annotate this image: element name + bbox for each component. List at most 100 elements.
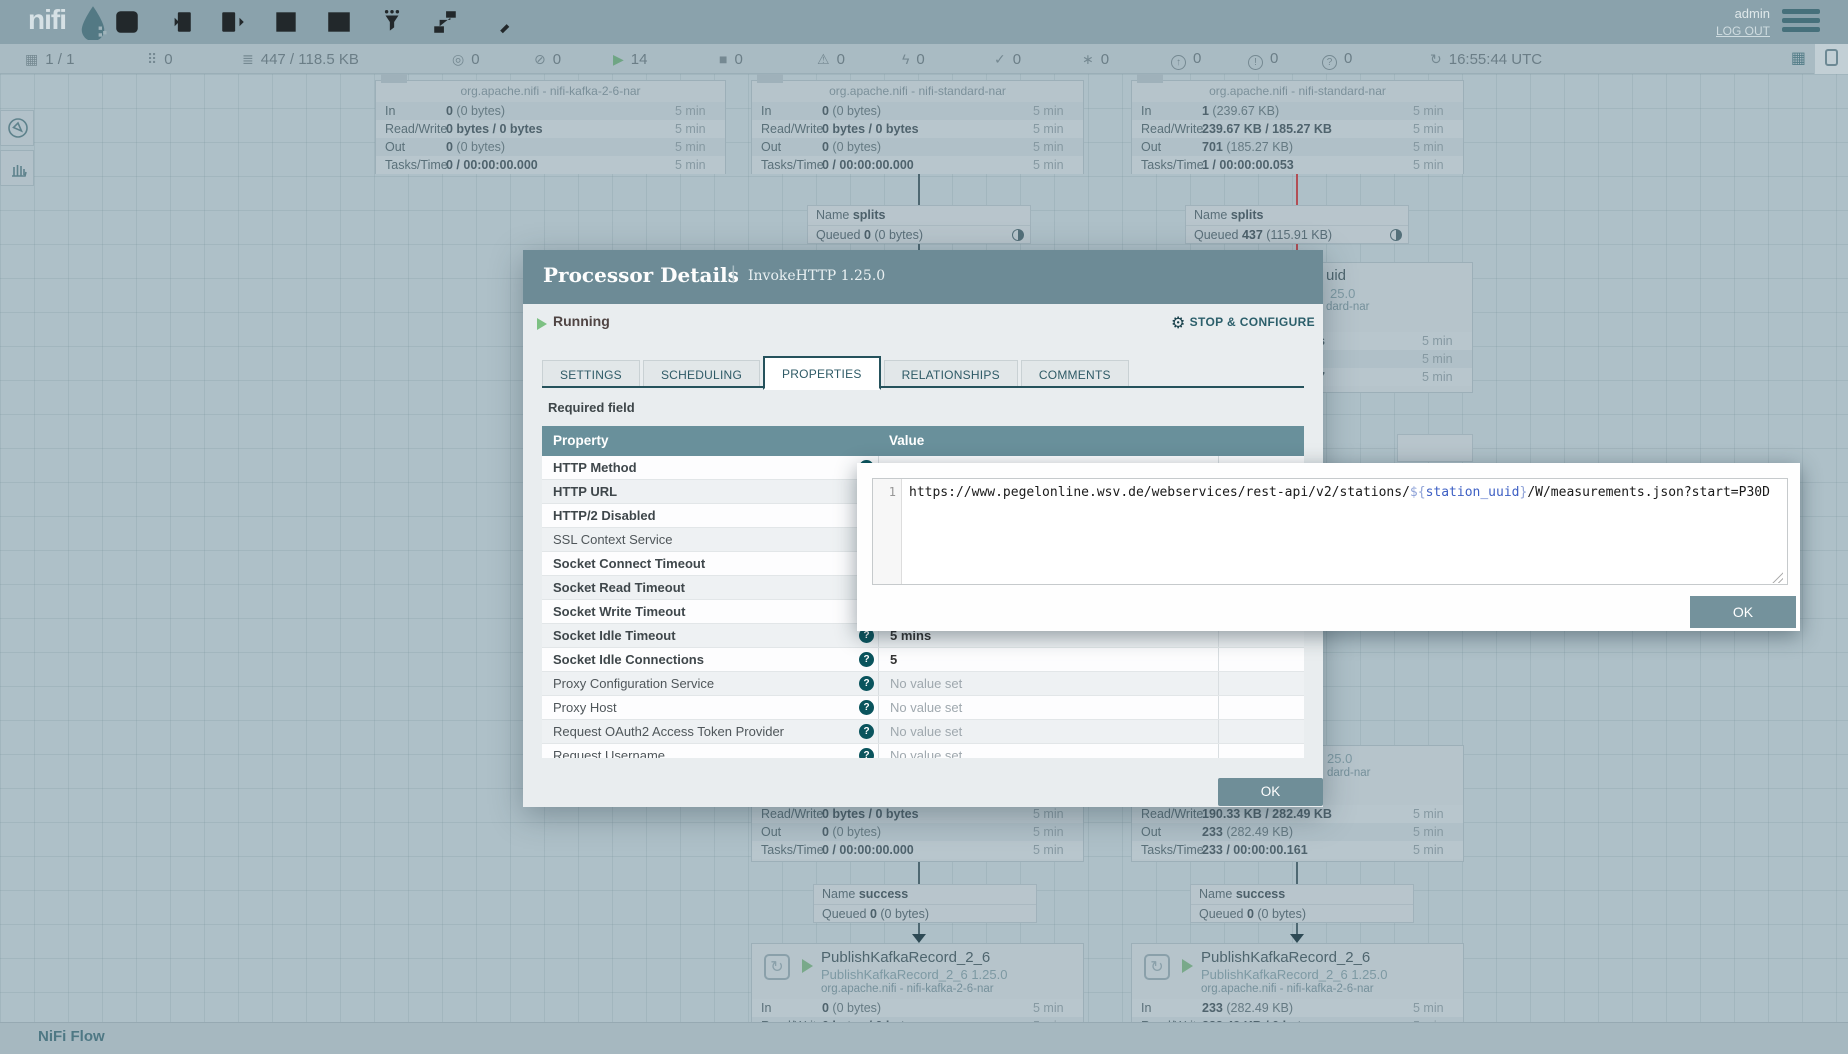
stat-row: Read/Write190.33 KB / 282.49 KB5 min [1132,805,1463,823]
breadcrumb[interactable]: NiFi Flow [38,1028,105,1045]
processor-top-fragment [1137,74,1163,83]
dialog-ok-button[interactable]: OK [1218,778,1323,806]
disabled-status: ϟ0 [902,44,925,74]
property-row-proxy-host[interactable]: Proxy Host?No value set [542,696,1304,720]
stat-row: Read/Write0 bytes / 0 bytes5 min [376,120,725,138]
stat-row: Read/Write239.67 KB / 185.27 KB5 min [1132,120,1463,138]
grid-toggle-icon[interactable]: ▦ [1791,47,1806,71]
dialog-tabs: SETTINGS SCHEDULING PROPERTIES RELATIONS… [542,354,1132,388]
tab-scheduling[interactable]: SCHEDULING [643,360,760,388]
stat-row: Out0 (0 bytes)5 min [752,138,1083,156]
bundle-label: org.apache.nifi - nifi-standard-nar [1132,81,1463,102]
tab-comments[interactable]: COMMENTS [1021,360,1129,388]
expression-editor[interactable]: 1 https://www.pegelonline.wsv.de/webserv… [872,478,1788,585]
stat-row: Read/Write0 bytes / 0 bytes5 min [752,805,1083,823]
warning-icon: ⚠ [817,44,830,74]
last-refresh[interactable]: ↻16:55:44 UTC [1430,44,1542,74]
up-to-date-status: ✓0 [994,44,1021,74]
help-icon[interactable]: ? [859,748,874,758]
gear-icon: ⚙ [1171,315,1186,332]
input-port-icon[interactable] [166,8,194,36]
logout-link[interactable]: LOG OUT [1716,24,1770,38]
connection-label-splits[interactable]: Name splits Queued 0 (0 bytes) [807,205,1031,244]
transmitting-status: ◎0 [452,44,480,74]
stat-row: In0 (0 bytes)5 min [376,102,725,120]
processor-stats-box[interactable]: org.apache.nifi - nifi-kafka-2-6-nar In0… [375,80,726,174]
funnel-icon[interactable] [378,8,406,36]
operate-palette[interactable] [0,150,34,186]
tab-relationships[interactable]: RELATIONSHIPS [884,360,1018,388]
help-icon[interactable]: ? [859,724,874,739]
processor-icon[interactable] [113,8,141,36]
header-bar: nifi admin LOG OUT [0,0,1848,44]
output-port-icon[interactable] [219,8,247,36]
stat-row: In0 (0 bytes)5 min [752,999,1083,1017]
connection-label-success[interactable]: Name success Queued 0 (0 bytes) [813,884,1037,923]
processor-type-icon: ↻ [1144,954,1170,980]
connection-edge-alert [1296,174,1298,205]
stat-row: Out0 (0 bytes)5 min [376,138,725,156]
bulletin-panel-toggle[interactable] [1814,44,1848,74]
not-transmitting-icon: ⊘ [534,44,546,74]
stat-row: s5 min [1306,332,1472,350]
running-status: ▶14 [613,44,647,74]
hand-icon [5,155,31,181]
editor-code-line[interactable]: https://www.pegelonline.wsv.de/webservic… [902,479,1787,584]
stopped-status: ■0 [719,44,743,74]
tab-properties[interactable]: PROPERTIES [763,356,881,390]
tab-settings[interactable]: SETTINGS [542,360,640,388]
property-row-oauth2-provider[interactable]: Request OAuth2 Access Token Provider?No … [542,720,1304,744]
processor-top-fragment [381,74,407,83]
property-row-request-username[interactable]: Request Username?No value set [542,744,1304,758]
refresh-icon[interactable]: ↻ [1430,44,1442,74]
stat-row: Read/Write0 bytes / 0 bytes5 min [752,120,1083,138]
help-icon[interactable]: ? [859,700,874,715]
template-icon[interactable] [431,8,459,36]
stat-row: Tasks/Time233 / 00:00:00.1615 min [1132,841,1463,859]
connection-label-splits-queued[interactable]: Name splits Queued 437 (115.91 KB) [1185,205,1409,244]
load-balance-icon [1012,229,1024,241]
sync-failure-status: ?0 [1322,44,1352,74]
stat-row: 5 min [1306,350,1472,368]
cluster-icon: ▦ [25,44,38,74]
arrowhead-icon [912,934,926,943]
dialog-title: Processor Details [543,263,739,287]
processor-stats-box[interactable]: org.apache.nifi - nifi-standard-nar In0 … [751,80,1084,174]
column-property: Property [542,433,609,448]
navigate-palette[interactable] [0,110,34,146]
label-icon[interactable] [484,8,512,36]
property-row-proxy-configuration-service[interactable]: Proxy Configuration Service?No value set [542,672,1304,696]
resize-handle-icon[interactable] [1771,571,1783,583]
editor-ok-button[interactable]: OK [1690,596,1796,628]
check-icon: ✓ [994,44,1006,74]
help-icon[interactable]: ? [859,676,874,691]
connection-edge [1296,923,1298,934]
asterisk-icon: ∗ [1082,44,1094,74]
processor-box-partial[interactable]: uid 25.0 dard-nar s5 min 5 min 75 min [1305,262,1473,393]
connection-edge [1296,862,1298,884]
navigate-compass-icon [5,115,31,141]
stop-and-configure-button[interactable]: ⚙STOP & CONFIGURE [1171,313,1315,333]
stat-row: In1 (239.67 KB)5 min [1132,102,1463,120]
process-group-icon[interactable] [272,8,300,36]
load-balance-icon [1390,229,1402,241]
column-value: Value [889,426,924,456]
running-play-icon [537,318,547,330]
connection-edge [918,174,920,205]
connection-edge [918,862,920,884]
stat-row: Out701 (185.27 KB)5 min [1132,138,1463,156]
remote-process-group-icon[interactable] [325,8,353,36]
processor-top-fragment [757,74,783,83]
help-icon[interactable]: ? [859,652,874,667]
property-row-socket-idle-connections[interactable]: Socket Idle Connections?5 [542,648,1304,672]
active-threads-status: ⠿0 [147,44,173,74]
breadcrumb-bar [0,1022,1848,1054]
processor-stats-box[interactable]: org.apache.nifi - nifi-standard-nar In1 … [1131,80,1464,174]
dialog-header: Processor Details | InvokeHTTP 1.25.0 [523,250,1323,304]
global-menu-icon[interactable] [1782,9,1820,36]
bundle-label: org.apache.nifi - nifi-standard-nar [752,81,1083,102]
bolt-icon: ϟ [902,44,909,74]
connection-label-success[interactable]: Name success Queued 0 (0 bytes) [1190,884,1414,923]
stat-row: In0 (0 bytes)5 min [752,102,1083,120]
stat-row: Tasks/Time0 / 00:00:00.0005 min [376,156,725,174]
